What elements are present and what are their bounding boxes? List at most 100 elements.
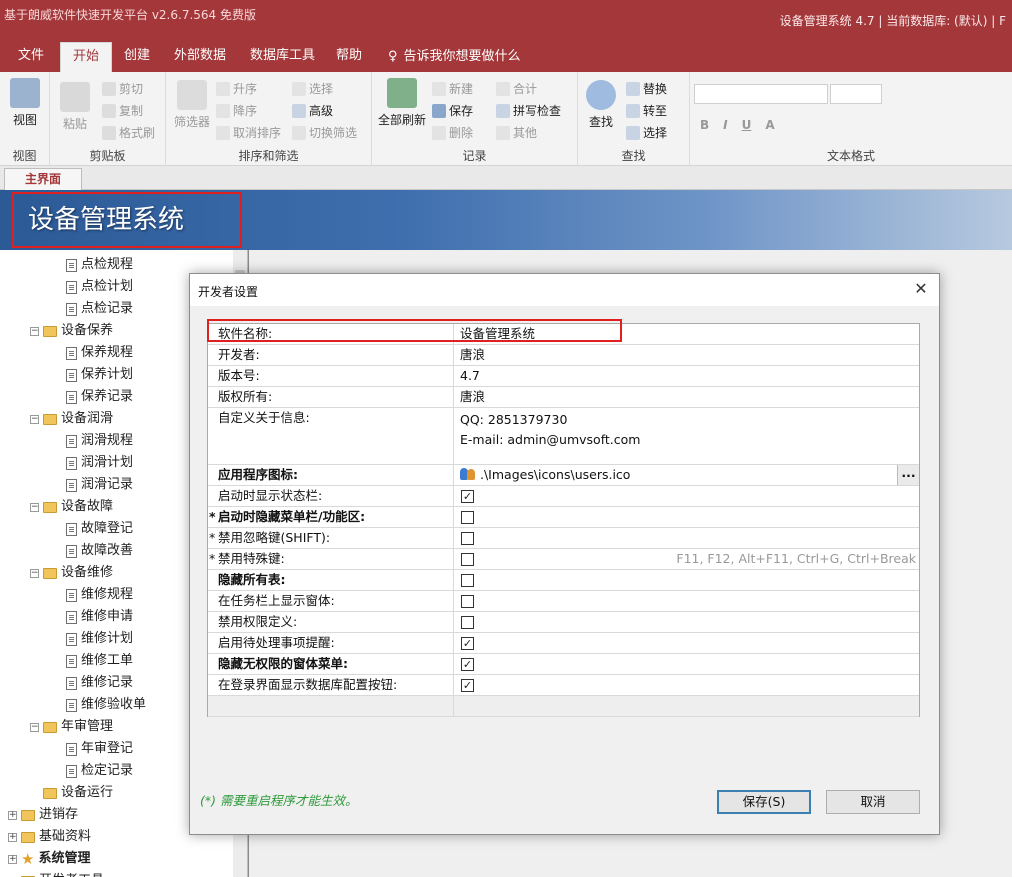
checkbox-checked[interactable]: ✓ [461,490,474,503]
tree-item[interactable]: 故障改善 [66,540,133,562]
checkbox-unchecked[interactable] [461,616,474,629]
find-button[interactable]: 查找 [586,80,616,130]
select-button[interactable]: 选择 [626,124,667,141]
tree-item[interactable]: 维修记录 [66,672,133,694]
checkbox-checked[interactable]: ✓ [461,658,474,671]
setting-value[interactable]: ✓ [455,654,919,674]
totals-button[interactable]: 合计 [496,80,537,97]
expander-icon[interactable]: − [30,722,39,732]
view-button[interactable]: 视图 [10,78,40,128]
paste-button[interactable]: 粘贴 [60,82,90,132]
tree-item[interactable]: 维修申请 [66,606,133,628]
tree-item[interactable]: 维修工单 [66,650,133,672]
italic-button[interactable]: I [723,118,727,132]
tell-me-box[interactable]: ♀ 告诉我你想要做什么 [388,42,521,72]
remove-sort-button[interactable]: 取消排序 [216,124,281,141]
cancel-button[interactable]: 取消 [826,790,920,814]
expander-icon[interactable]: − [30,326,39,336]
font-size-select[interactable] [830,84,882,104]
setting-value[interactable]: 唐浪 [455,345,919,365]
underline-button[interactable]: U [742,118,752,132]
setting-value[interactable]: QQ: 2851379730 E-mail: admin@umvsoft.com [455,408,919,464]
tree-item[interactable]: − 设备保养 [30,320,113,342]
tree-item[interactable]: 维修计划 [66,628,133,650]
expander-icon[interactable]: + [8,832,17,842]
setting-value[interactable] [455,591,919,611]
tree-item[interactable]: 点检规程 [66,254,133,276]
tree-item[interactable]: 保养记录 [66,386,133,408]
tree-item[interactable]: 润滑规程 [66,430,133,452]
checkbox-unchecked[interactable] [461,511,474,524]
spelling-button[interactable]: 拼写检查 [496,102,561,119]
tree-item[interactable]: 维修验收单 [66,694,146,716]
tab-main-interface[interactable]: 主界面 [4,168,83,190]
save-record-button[interactable]: 保存 [432,102,473,119]
bold-button[interactable]: B [700,118,709,132]
tree-item[interactable]: 点检计划 [66,276,133,298]
setting-value[interactable]: ✓ [455,633,919,653]
checkbox-unchecked[interactable] [461,595,474,608]
setting-value[interactable] [455,570,919,590]
checkbox-unchecked[interactable] [461,574,474,587]
tree-item[interactable]: 故障登记 [66,518,133,540]
checkbox-unchecked[interactable] [461,532,474,545]
tree-item[interactable]: 保养规程 [66,342,133,364]
refresh-all-button[interactable]: 全部刷新 [378,78,426,128]
tree-item[interactable]: + 基础资料 [8,826,91,848]
setting-value[interactable] [455,612,919,632]
font-name-select[interactable] [694,84,828,104]
tab-help[interactable]: 帮助 [324,42,374,72]
setting-value[interactable]: ✓ [455,675,919,695]
checkbox-unchecked[interactable] [461,553,474,566]
new-record-button[interactable]: 新建 [432,80,473,97]
tree-item[interactable]: 润滑计划 [66,452,133,474]
setting-value[interactable]: ✓ [455,486,919,506]
setting-value[interactable]: 4.7 [455,366,919,386]
checkbox-checked[interactable]: ✓ [461,637,474,650]
advanced-button[interactable]: 高级 [292,102,333,119]
tree-item[interactable]: 设备运行 [30,782,113,804]
tab-home[interactable]: 开始 [60,42,113,72]
close-icon[interactable]: ✕ [909,278,933,302]
delete-record-button[interactable]: 删除 [432,124,473,141]
sort-asc-button[interactable]: 升序 [216,80,257,97]
setting-value[interactable]: 设备管理系统 [455,324,919,344]
expander-icon[interactable]: − [30,502,39,512]
replace-button[interactable]: 替换 [626,80,667,97]
setting-value[interactable]: .\Images\icons\users.ico... [455,465,919,485]
cut-button[interactable]: 剪切 [102,80,143,97]
tree-item[interactable]: +开发者工具 [8,870,104,877]
setting-value[interactable]: F11, F12, Alt+F11, Ctrl+G, Ctrl+Break [455,549,919,569]
setting-value[interactable] [455,528,919,548]
more-button[interactable]: 其他 [496,124,537,141]
tab-create[interactable]: 创建 [112,42,162,72]
tree-item[interactable]: − 设备故障 [30,496,113,518]
tree-item[interactable]: + ★ 系统管理 [8,848,90,870]
expander-icon[interactable]: + [8,810,17,820]
tree-item[interactable]: − 设备润滑 [30,408,113,430]
browse-button[interactable]: ... [897,465,919,485]
filter-button[interactable]: 筛选器 [174,80,210,130]
tab-database-tools[interactable]: 数据库工具 [238,42,327,72]
tab-external-data[interactable]: 外部数据 [162,42,238,72]
copy-button[interactable]: 复制 [102,102,143,119]
setting-value[interactable] [455,507,919,527]
tree-item[interactable]: − 年审管理 [30,716,113,738]
tree-item[interactable]: 保养计划 [66,364,133,386]
selection-button[interactable]: 选择 [292,80,333,97]
expander-icon[interactable]: + [8,854,17,864]
setting-value[interactable]: 唐浪 [455,387,919,407]
tree-item[interactable]: 润滑记录 [66,474,133,496]
checkbox-checked[interactable]: ✓ [461,679,474,692]
goto-button[interactable]: 转至 [626,102,667,119]
toggle-filter-button[interactable]: 切换筛选 [292,124,357,141]
tree-item[interactable]: 年审登记 [66,738,133,760]
expander-icon[interactable]: − [30,414,39,424]
tab-file[interactable]: 文件 [6,42,56,72]
tree-item[interactable]: 维修规程 [66,584,133,606]
tree-item[interactable]: 检定记录 [66,760,133,782]
save-button[interactable]: 保存(S) [717,790,811,814]
expander-icon[interactable]: − [30,568,39,578]
tree-item[interactable]: − 设备维修 [30,562,113,584]
font-color-button[interactable]: A [765,118,774,132]
